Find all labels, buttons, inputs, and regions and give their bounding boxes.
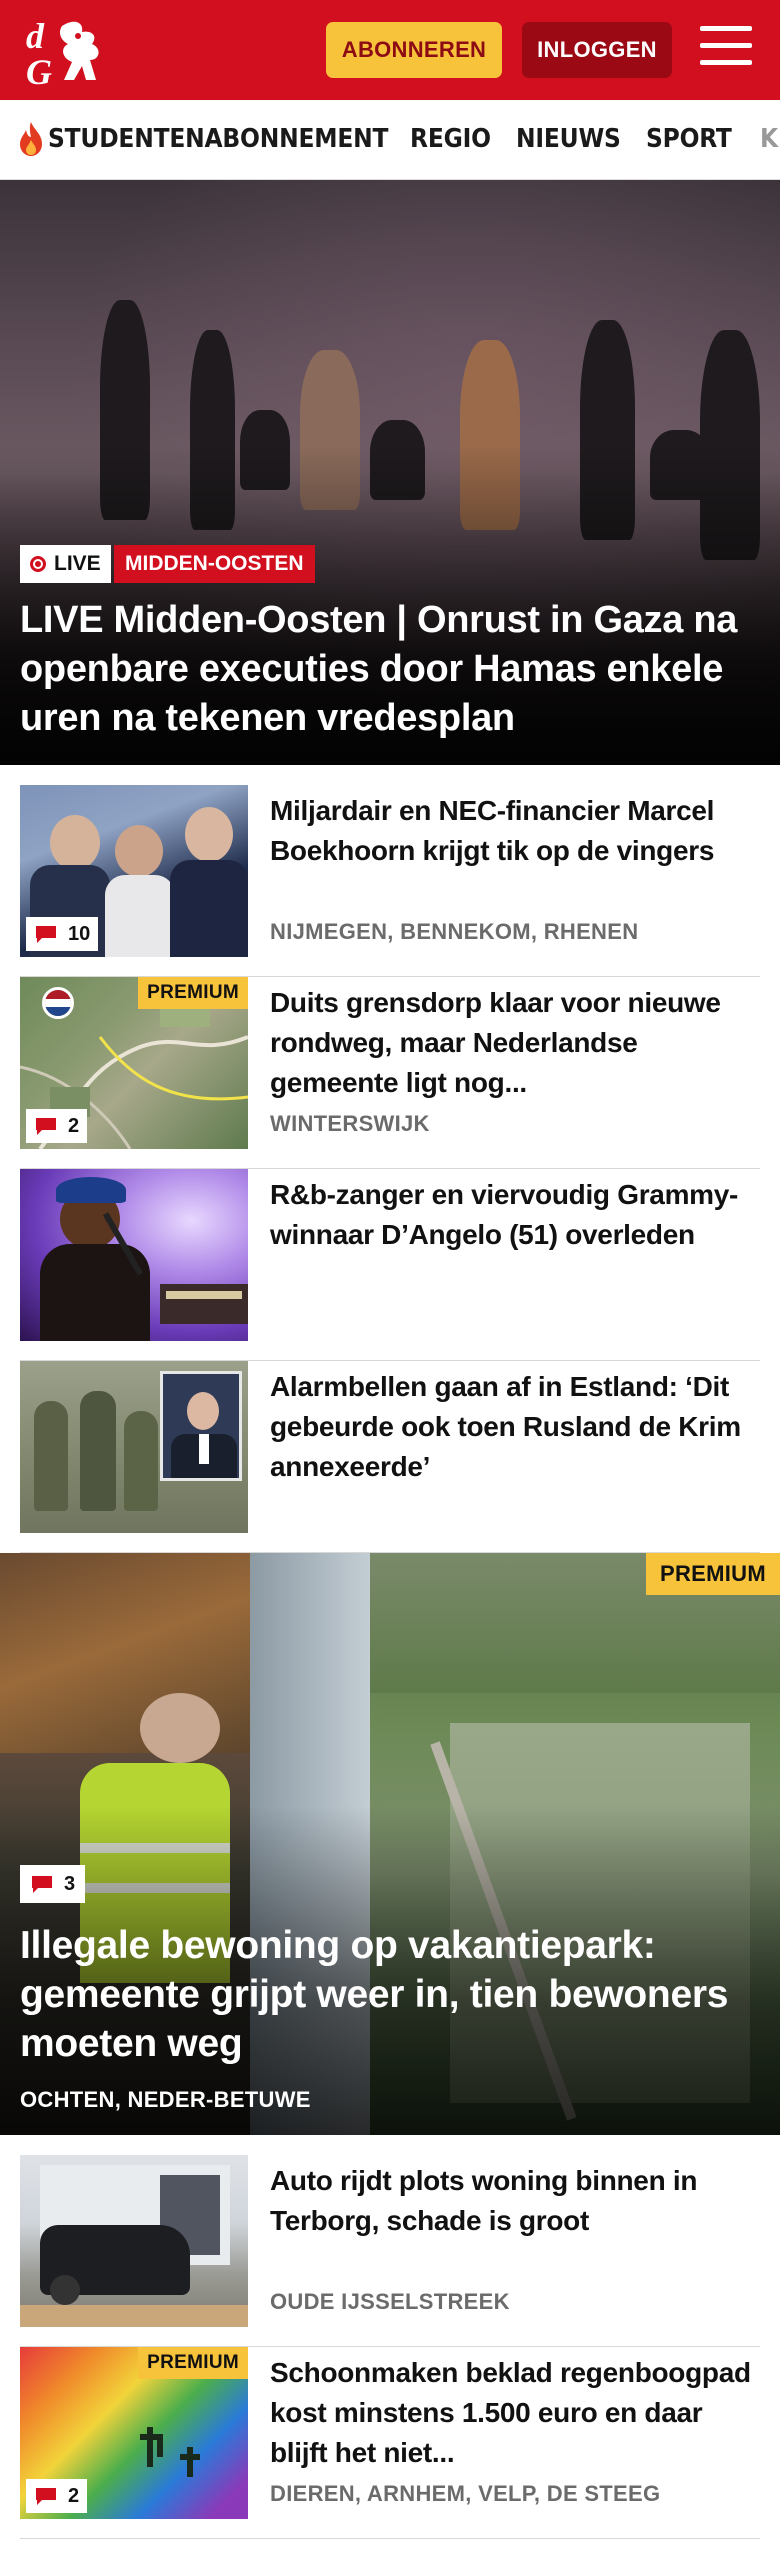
comment-count-badge: 3	[20, 1865, 86, 1903]
article-thumbnail	[20, 1169, 248, 1341]
article-title[interactable]: Schoonmaken beklad regenboogpad kost min…	[270, 2353, 760, 2473]
premium-badge: PREMIUM	[138, 2347, 248, 2379]
nav-item-regio[interactable]: REGIO	[410, 124, 491, 154]
menu-icon[interactable]	[700, 26, 752, 72]
comment-icon	[32, 1876, 52, 1893]
article-thumbnail: PREMIUM 2	[20, 977, 248, 1149]
premium-badge: PREMIUM	[646, 1553, 780, 1595]
login-button[interactable]: INLOGGEN	[522, 22, 672, 78]
list-item[interactable]: Auto rijdt plots woning binnen in Terbor…	[20, 2155, 760, 2347]
premium-badge: PREMIUM	[138, 977, 248, 1009]
flame-icon	[20, 122, 42, 156]
list-item[interactable]: 10 Miljardair en NEC-financier Marcel Bo…	[20, 785, 760, 977]
article-title[interactable]: Miljardair en NEC-financier Marcel Boekh…	[270, 791, 760, 871]
comment-count-badge: 10	[26, 917, 99, 951]
list-item[interactable]: PREMIUM 2 Schoonmaken beklad regenboogpa…	[20, 2347, 760, 2539]
live-dot-icon	[30, 556, 46, 572]
logo-icon[interactable]: d G	[22, 14, 114, 88]
hero-title[interactable]: LIVE Midden-Oosten | Onrust in Gaza na o…	[20, 596, 760, 743]
article-location: NIJMEGEN, BENNEKOM, RHENEN	[270, 919, 639, 944]
svg-text:G: G	[26, 52, 52, 88]
live-badge: LIVE	[20, 545, 111, 583]
nav-item-studentenabonnement[interactable]: STUDENTENABONNEMENT	[48, 124, 388, 154]
site-header: d G ABONNEREN INLOGGEN	[0, 0, 780, 100]
featured-article[interactable]: PREMIUM 3 Illegale bewoning op vakantiep…	[0, 1553, 780, 2135]
article-location: DIEREN, ARNHEM, VELP, DE STEEG	[270, 2481, 661, 2506]
list-item[interactable]: PREMIUM 2 Duits grensdorp klaar voor nie…	[20, 977, 760, 1169]
article-title[interactable]: Duits grensdorp klaar voor nieuwe rondwe…	[270, 983, 760, 1103]
comment-count-badge: 2	[26, 2479, 88, 2513]
article-location: OUDE IJSSELSTREEK	[270, 2289, 510, 2314]
comment-count: 2	[68, 1114, 80, 1137]
netherlands-flag-icon	[42, 987, 74, 1019]
article-title[interactable]: R&b-zanger en viervoudig Gram­my-winnaar…	[270, 1175, 760, 1255]
live-label: LIVE	[54, 552, 101, 575]
person-head	[140, 1693, 220, 1763]
comment-count: 10	[68, 922, 91, 945]
comment-icon	[36, 926, 56, 943]
article-thumbnail: 10	[20, 785, 248, 957]
comment-count: 3	[64, 1872, 76, 1895]
article-title[interactable]: Alarmbellen gaan af in Estland: ‘Dit geb…	[270, 1367, 760, 1487]
article-thumbnail	[20, 2155, 248, 2327]
article-location: WINTERSWIJK	[270, 1111, 430, 1136]
nav-item-sport[interactable]: SPORT	[646, 124, 732, 154]
comment-icon	[36, 1118, 56, 1135]
nav-item-more[interactable]: K	[760, 124, 778, 154]
list-item[interactable]: R&b-zanger en viervoudig Gram­my-winnaar…	[20, 1169, 760, 1361]
feature-title[interactable]: Illegale bewoning op vakantiepark: gemee…	[20, 1921, 740, 2068]
comment-count: 2	[68, 2484, 80, 2507]
list-item[interactable]: Alarmbellen gaan af in Estland: ‘Dit geb…	[20, 1361, 760, 1553]
article-title[interactable]: Auto rijdt plots woning binnen in Terbor…	[270, 2161, 760, 2241]
category-badge[interactable]: MIDDEN-OOSTEN	[114, 545, 315, 583]
article-thumbnail: PREMIUM 2	[20, 2347, 248, 2519]
svg-text:d: d	[26, 16, 45, 56]
subscribe-button[interactable]: ABONNEREN	[326, 22, 502, 78]
comment-icon	[36, 2488, 56, 2505]
nav-item-nieuws[interactable]: NIEUWS	[516, 124, 621, 154]
article-thumbnail	[20, 1361, 248, 1533]
comment-count-badge: 2	[26, 1109, 88, 1143]
feature-location: OCHTEN, NEDER-BETUWE	[20, 2087, 311, 2112]
section-nav: STUDENTENABONNEMENT REGIO NIEUWS SPORT K	[0, 100, 780, 180]
